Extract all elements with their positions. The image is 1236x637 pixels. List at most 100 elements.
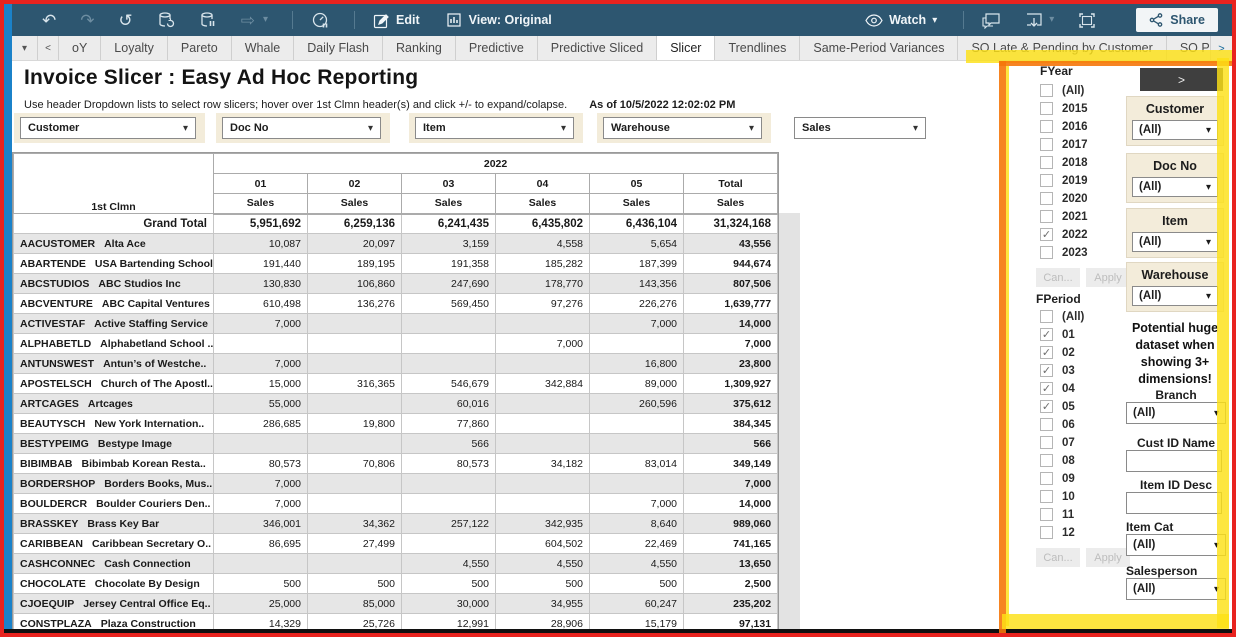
- sales-value-cell[interactable]: 235,202: [684, 594, 778, 614]
- sales-value-cell[interactable]: 34,362: [308, 514, 402, 534]
- fyear-option-all[interactable]: (All): [1040, 84, 1084, 97]
- unchecked-checkbox[interactable]: [1040, 210, 1053, 223]
- sales-value-cell[interactable]: 27,499: [308, 534, 402, 554]
- sales-value-cell[interactable]: [496, 414, 590, 434]
- slicer-dropdown-item[interactable]: Item▾: [415, 117, 574, 139]
- row-label[interactable]: CASHCONNECCash Connection: [14, 554, 214, 574]
- row-label[interactable]: BORDERSHOPBorders Books, Mus..: [14, 474, 214, 494]
- sales-value-cell[interactable]: 1,639,777: [684, 294, 778, 314]
- unchecked-checkbox[interactable]: [1040, 454, 1053, 467]
- sales-value-cell[interactable]: 106,860: [308, 274, 402, 294]
- tab-trendlines[interactable]: Trendlines: [715, 36, 800, 60]
- fperiod-option-03[interactable]: ✓03: [1040, 364, 1075, 377]
- sales-value-cell[interactable]: 187,399: [590, 254, 684, 274]
- unchecked-checkbox[interactable]: [1040, 156, 1053, 169]
- sales-value-cell[interactable]: [590, 414, 684, 434]
- sales-value-cell[interactable]: [496, 354, 590, 374]
- sales-value-cell[interactable]: 89,000: [590, 374, 684, 394]
- sales-value-cell[interactable]: 55,000: [214, 394, 308, 414]
- fperiod-option-12[interactable]: 12: [1040, 526, 1075, 539]
- sales-value-cell[interactable]: 191,440: [214, 254, 308, 274]
- sales-value-cell[interactable]: 5,654: [590, 234, 684, 254]
- fyear-option-2023[interactable]: 2023: [1040, 246, 1088, 259]
- alerts-caret-icon[interactable]: ▾: [1049, 15, 1054, 25]
- sales-value-cell[interactable]: 85,000: [308, 594, 402, 614]
- fperiod-option-01[interactable]: ✓01: [1040, 328, 1075, 341]
- tab-pareto[interactable]: Pareto: [168, 36, 232, 60]
- fyear-option-2016[interactable]: 2016: [1040, 120, 1088, 133]
- quick-filter-dropdown-customer[interactable]: (All)▾: [1132, 120, 1218, 140]
- sales-value-cell[interactable]: [590, 334, 684, 354]
- fperiod-cancel-button[interactable]: Can...: [1036, 548, 1080, 567]
- sales-value-cell[interactable]: [496, 394, 590, 414]
- unchecked-checkbox[interactable]: [1040, 246, 1053, 259]
- sales-value-cell[interactable]: 286,685: [214, 414, 308, 434]
- fyear-option-2015[interactable]: 2015: [1040, 102, 1088, 115]
- resume-caret-icon[interactable]: ▾: [263, 15, 268, 25]
- tab-ranking[interactable]: Ranking: [383, 36, 456, 60]
- sales-value-cell[interactable]: 4,550: [590, 554, 684, 574]
- sales-value-cell[interactable]: 566: [402, 434, 496, 454]
- tab-loyalty[interactable]: Loyalty: [101, 36, 168, 60]
- sales-value-cell[interactable]: 342,935: [496, 514, 590, 534]
- slicer-dropdown-sales[interactable]: Sales▾: [794, 117, 926, 139]
- sales-value-cell[interactable]: 60,247: [590, 594, 684, 614]
- sales-value-cell[interactable]: 189,195: [308, 254, 402, 274]
- sales-value-cell[interactable]: 30,000: [402, 594, 496, 614]
- sales-value-cell[interactable]: 130,830: [214, 274, 308, 294]
- sales-value-cell[interactable]: [402, 494, 496, 514]
- sales-value-cell[interactable]: [308, 334, 402, 354]
- tab-scroll-left[interactable]: <: [38, 36, 59, 60]
- checked-checkbox[interactable]: ✓: [1040, 346, 1053, 359]
- checked-checkbox[interactable]: ✓: [1040, 328, 1053, 341]
- row-label[interactable]: ABCVENTUREABC Capital Ventures: [14, 294, 214, 314]
- sales-value-cell[interactable]: [308, 314, 402, 334]
- sales-value-cell[interactable]: 7,000: [214, 474, 308, 494]
- tab-whale[interactable]: Whale: [232, 36, 294, 60]
- slicer-dropdown-doc-no[interactable]: Doc No▾: [222, 117, 381, 139]
- unchecked-checkbox[interactable]: [1040, 138, 1053, 151]
- sales-value-cell[interactable]: 4,558: [496, 234, 590, 254]
- sales-value-cell[interactable]: 989,060: [684, 514, 778, 534]
- measure-header-cell[interactable]: Sales: [496, 194, 590, 214]
- unchecked-checkbox[interactable]: [1040, 508, 1053, 521]
- unchecked-checkbox[interactable]: [1040, 310, 1053, 323]
- sales-value-cell[interactable]: 375,612: [684, 394, 778, 414]
- branch-dropdown[interactable]: (All)▾: [1126, 402, 1226, 424]
- tab-predictive-sliced[interactable]: Predictive Sliced: [538, 36, 657, 60]
- unchecked-checkbox[interactable]: [1040, 418, 1053, 431]
- measure-header-cell[interactable]: Sales: [684, 194, 778, 214]
- sales-value-cell[interactable]: [402, 354, 496, 374]
- sales-value-cell[interactable]: 8,640: [590, 514, 684, 534]
- sales-value-cell[interactable]: 257,122: [402, 514, 496, 534]
- sales-value-cell[interactable]: 86,695: [214, 534, 308, 554]
- sales-value-cell[interactable]: 7,000: [214, 314, 308, 334]
- unchecked-checkbox[interactable]: [1040, 120, 1053, 133]
- sales-value-cell[interactable]: [308, 554, 402, 574]
- unchecked-checkbox[interactable]: [1040, 102, 1053, 115]
- sales-value-cell[interactable]: 77,860: [402, 414, 496, 434]
- checked-checkbox[interactable]: ✓: [1040, 400, 1053, 413]
- sales-value-cell[interactable]: 7,000: [214, 494, 308, 514]
- sales-value-cell[interactable]: 342,884: [496, 374, 590, 394]
- sales-value-cell[interactable]: 604,502: [496, 534, 590, 554]
- sales-value-cell[interactable]: 20,097: [308, 234, 402, 254]
- fyear-apply-button[interactable]: Apply: [1086, 268, 1130, 287]
- tab-menu-caret[interactable]: ▾: [12, 36, 38, 60]
- month-header-cell[interactable]: 01: [214, 174, 308, 194]
- sales-value-cell[interactable]: 2,500: [684, 574, 778, 594]
- sales-value-cell[interactable]: 3,159: [402, 234, 496, 254]
- row-label[interactable]: CARIBBEANCaribbean Secretary O..: [14, 534, 214, 554]
- undo-icon[interactable]: ↶: [42, 12, 56, 29]
- fperiod-apply-button[interactable]: Apply: [1086, 548, 1130, 567]
- checked-checkbox[interactable]: ✓: [1040, 228, 1053, 241]
- sales-value-cell[interactable]: 500: [308, 574, 402, 594]
- sales-value-cell[interactable]: 83,014: [590, 454, 684, 474]
- row-label[interactable]: ACTIVESTAFActive Staffing Service: [14, 314, 214, 334]
- sales-value-cell[interactable]: 60,016: [402, 394, 496, 414]
- fperiod-option-02[interactable]: ✓02: [1040, 346, 1075, 359]
- month-header-cell[interactable]: 05: [590, 174, 684, 194]
- sales-value-cell[interactable]: 569,450: [402, 294, 496, 314]
- tab-predictive[interactable]: Predictive: [456, 36, 538, 60]
- sales-value-cell[interactable]: [308, 394, 402, 414]
